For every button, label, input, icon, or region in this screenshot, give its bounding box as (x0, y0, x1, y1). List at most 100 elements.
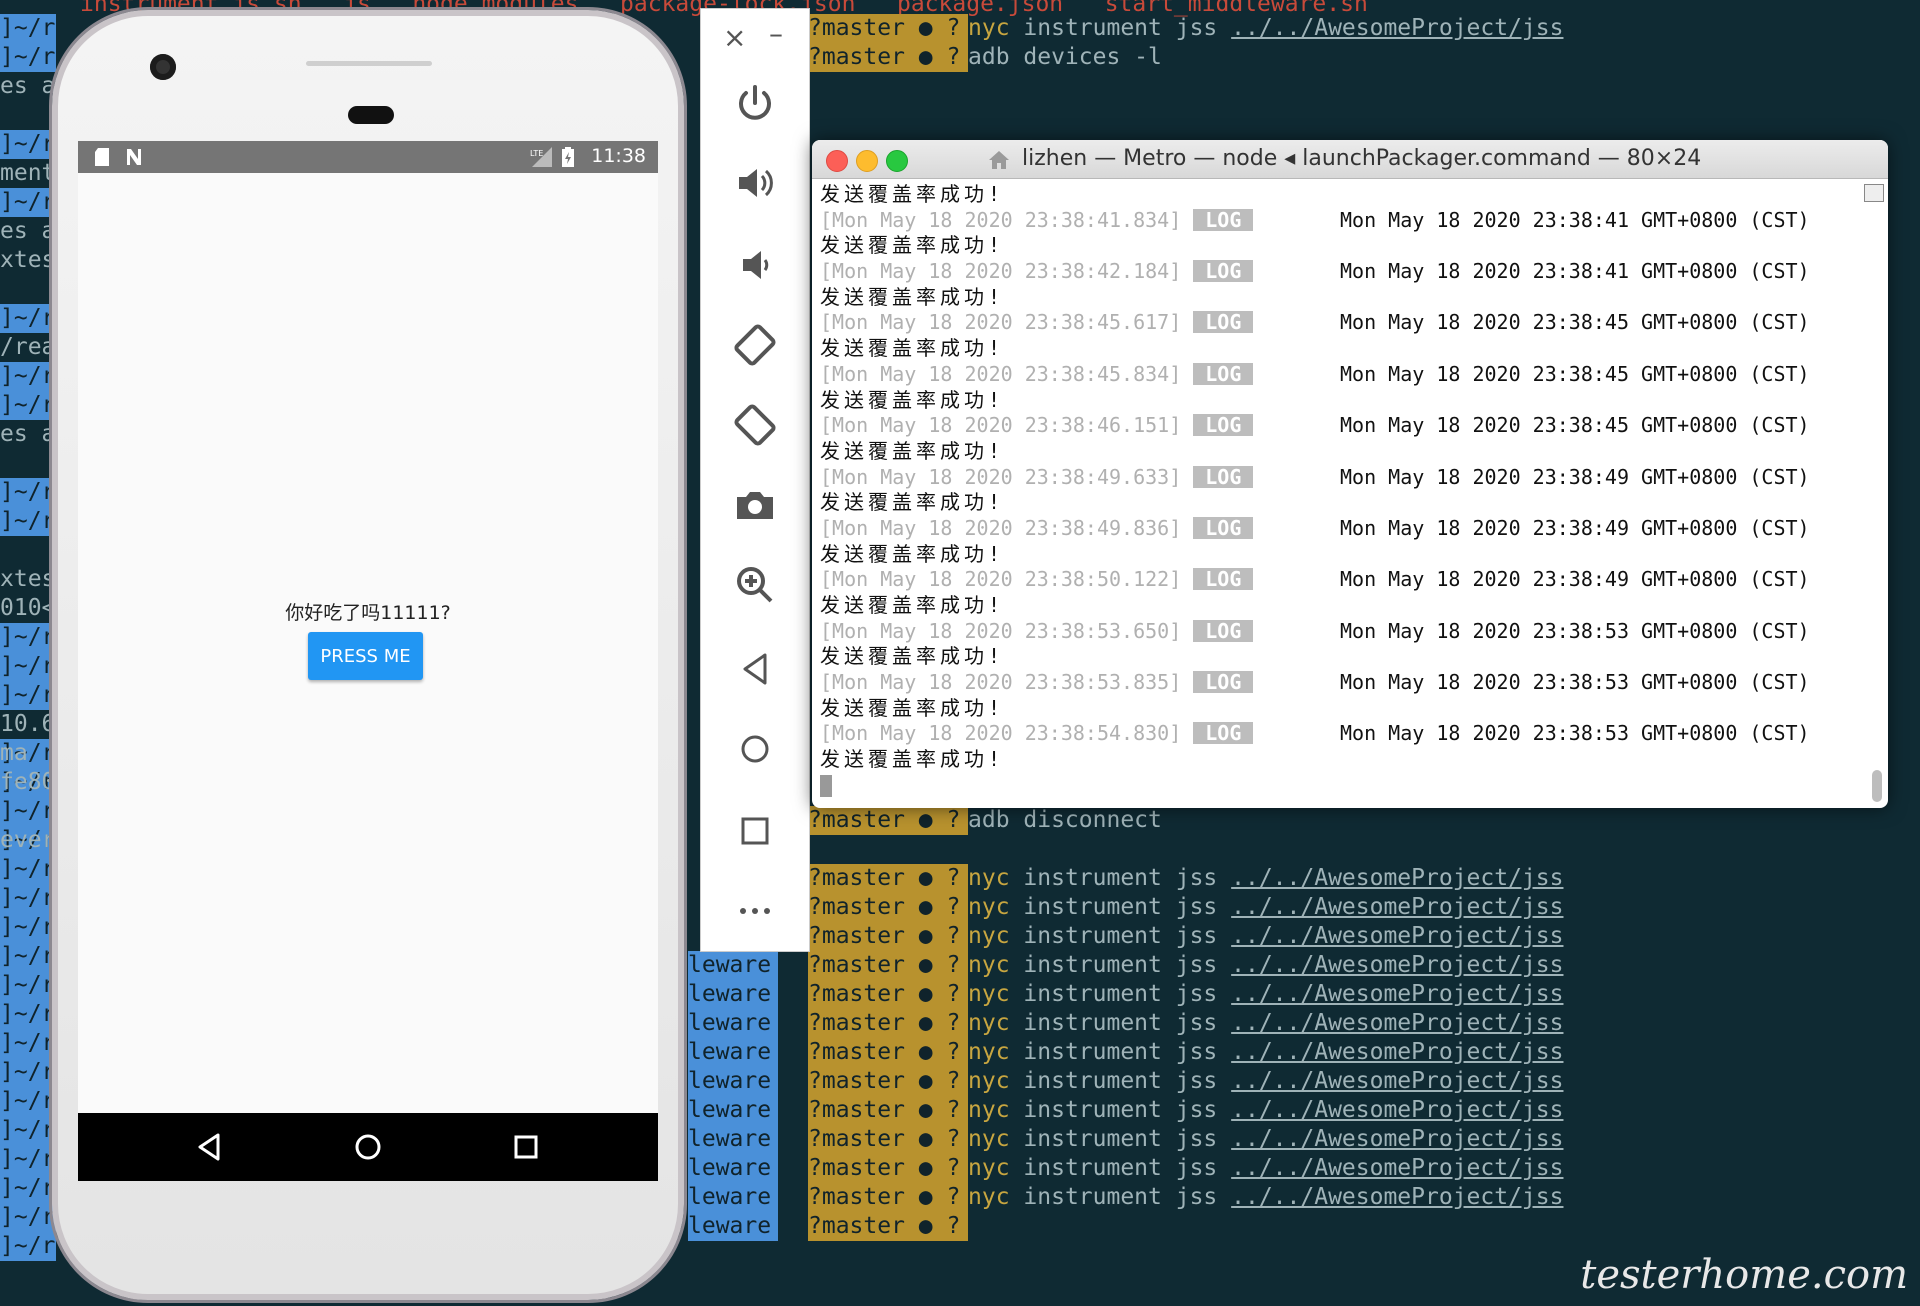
power-icon[interactable] (731, 79, 779, 127)
bg-command: nyc instrument jss ../../AwesomeProject/… (968, 893, 1788, 922)
log-timestamp: [Mon May 18 2020 23:38:50.122] (820, 567, 1182, 592)
bg-cmd-disconnect: adb disconnect (968, 807, 1162, 833)
svg-text:LTE: LTE (530, 149, 543, 158)
bg-cmd-name: nyc (968, 894, 1010, 920)
bg-middleware-segment: leware (688, 1067, 778, 1096)
bg-cmd-path: ../../AwesomeProject/jss (1231, 1068, 1564, 1094)
more-icon[interactable] (731, 887, 779, 935)
bg-git-segment: ?master ● ? (808, 1096, 968, 1125)
rotate-right-icon[interactable] (731, 401, 779, 449)
bg-command: nyc instrument jss ../../AwesomeProject/… (968, 980, 1788, 1009)
bg-git-segment: ?master ● ? (808, 43, 968, 72)
bg-cmd-name: nyc (968, 1068, 1010, 1094)
nav-back-icon[interactable] (190, 1127, 230, 1167)
nav-overview-icon[interactable] (506, 1127, 546, 1167)
bg-cwd: ]~/re (0, 1116, 56, 1145)
bg-cmd-args: instrument jss (1023, 1010, 1218, 1036)
log-level-badge: LOG (1193, 260, 1254, 283)
bg-command: nyc instrument jss ../../AwesomeProject/… (968, 1009, 1788, 1038)
bg-git-segment: ?master ● ? (808, 980, 968, 1009)
nav-home-icon[interactable] (348, 1127, 388, 1167)
bg-cmd-args: instrument jss (1023, 1097, 1218, 1123)
signal-lte-icon: LTE (530, 147, 552, 167)
log-message: Mon May 18 2020 23:38:41 GMT+0800 (CST) (1340, 207, 1810, 232)
log-message-cn: 发送覆盖率成功! (820, 541, 1005, 566)
minimize-button[interactable]: – (769, 17, 783, 50)
bg-cmd-args: instrument jss (1023, 1184, 1218, 1210)
close-button[interactable]: × (723, 21, 746, 54)
bg-cmd-path: ../../AwesomeProject/jss (1231, 1126, 1564, 1152)
bg-left-fragment: ma (0, 740, 28, 766)
phone-screen: LTE 11:38 你好吃了吗11111? PRESS ME (78, 141, 658, 1181)
android-emulator-phone: LTE 11:38 你好吃了吗11111? PRESS ME (52, 10, 684, 1300)
zoom-icon[interactable] (731, 561, 779, 609)
bg-git-segment: ?master ● ? (808, 922, 968, 951)
close-traffic-light[interactable] (826, 150, 848, 172)
metro-terminal-window: lizhen — Metro — node ◂ launchPackager.c… (812, 140, 1888, 808)
bg-cwd: ]~/re (0, 942, 56, 971)
bg-cmd-path: ../../AwesomeProject/jss (1231, 1155, 1564, 1181)
log-level-badge: LOG (1193, 362, 1254, 385)
log-entry: [Mon May 18 2020 23:38:49.633] LOG Mon May… (820, 465, 1860, 491)
window-titlebar[interactable]: lizhen — Metro — node ◂ launchPackager.c… (812, 140, 1888, 179)
bg-command: adb devices -l (968, 43, 1788, 72)
log-message: Mon May 18 2020 23:38:49 GMT+0800 (CST) (1340, 567, 1810, 592)
split-view-icon[interactable] (1864, 184, 1884, 202)
rotate-left-icon[interactable] (731, 321, 779, 369)
scrollbar-thumb[interactable] (1872, 770, 1882, 802)
android-nav-bar (78, 1113, 658, 1181)
bg-cmd-args: instrument jss (1023, 923, 1218, 949)
bg-cmd-args: instrument jss (1023, 894, 1218, 920)
log-message-cn: 发送覆盖率成功! (820, 644, 1005, 669)
log-message: Mon May 18 2020 23:38:53 GMT+0800 (CST) (1340, 670, 1810, 695)
zoom-traffic-light[interactable] (886, 150, 908, 172)
bg-cwd: ]~/re (0, 304, 56, 333)
bg-middleware-segment: leware (688, 951, 778, 980)
bg-cwd: ]~/re (0, 681, 56, 710)
bg-cmd-name: nyc (968, 981, 1010, 1007)
log-output: 发送覆盖率成功! [Mon May 18 2020 23:38:41.834] L… (820, 182, 1860, 802)
bg-cwd: ]~/re (0, 188, 56, 217)
watermark: testerhome.com (1580, 1252, 1908, 1298)
bg-cwd: ]~/re (0, 1029, 56, 1058)
log-level-badge: LOG (1193, 311, 1254, 334)
bg-git-segment: ?master ● ? (808, 1067, 968, 1096)
minimize-traffic-light[interactable] (856, 150, 878, 172)
bg-cmd-name: nyc (968, 1155, 1010, 1181)
log-message-cn: 发送覆盖率成功! (820, 387, 1005, 412)
log-message: Mon May 18 2020 23:38:49 GMT+0800 (CST) (1340, 515, 1810, 540)
log-message-cn: 发送覆盖率成功! (820, 182, 1005, 206)
log-timestamp: [Mon May 18 2020 23:38:54.830] (820, 721, 1182, 746)
bg-cmd-args: instrument jss (1023, 1155, 1218, 1181)
bg-cmd-name: nyc (968, 952, 1010, 978)
overview-icon[interactable] (731, 807, 779, 855)
bg-middleware-segment: leware (688, 1125, 778, 1154)
bg-cmd-name: nyc (968, 1039, 1010, 1065)
bg-cwd: ]~/re (0, 1058, 56, 1087)
bg-cmd-args: instrument jss (1023, 15, 1218, 41)
bg-cwd: ]~/re (0, 1087, 56, 1116)
volume-down-icon[interactable] (731, 241, 779, 289)
press-me-button[interactable]: PRESS ME (308, 632, 423, 680)
bg-git-segment: ?master ● ? (808, 806, 968, 835)
bg-cmd-args: instrument jss (1023, 1068, 1218, 1094)
bg-middleware-segment: leware (688, 1212, 778, 1241)
n-notification-icon (127, 149, 141, 165)
log-timestamp: [Mon May 18 2020 23:38:46.151] (820, 413, 1182, 438)
bg-command: nyc instrument jss ../../AwesomeProject/… (968, 1125, 1788, 1154)
log-message-cn: 发送覆盖率成功! (820, 233, 1005, 258)
camera-icon[interactable] (731, 481, 779, 529)
front-camera (150, 54, 176, 80)
bg-command: nyc instrument jss ../../AwesomeProject/… (968, 1154, 1788, 1183)
log-message: Mon May 18 2020 23:38:45 GMT+0800 (CST) (1340, 310, 1810, 335)
bg-cmd-args: instrument jss (1023, 952, 1218, 978)
bg-middleware-segment: leware (688, 1183, 778, 1212)
volume-up-icon[interactable] (731, 159, 779, 207)
bg-cwd: ]~/re (0, 623, 56, 652)
bg-git-segment: ?master ● ? (808, 1183, 968, 1212)
bg-cwd: ]~/re (0, 130, 56, 159)
bg-cwd: ]~/re (0, 855, 56, 884)
bg-cmd-path: ../../AwesomeProject/jss (1231, 1097, 1564, 1123)
home-icon[interactable] (731, 725, 779, 773)
back-icon[interactable] (731, 645, 779, 693)
